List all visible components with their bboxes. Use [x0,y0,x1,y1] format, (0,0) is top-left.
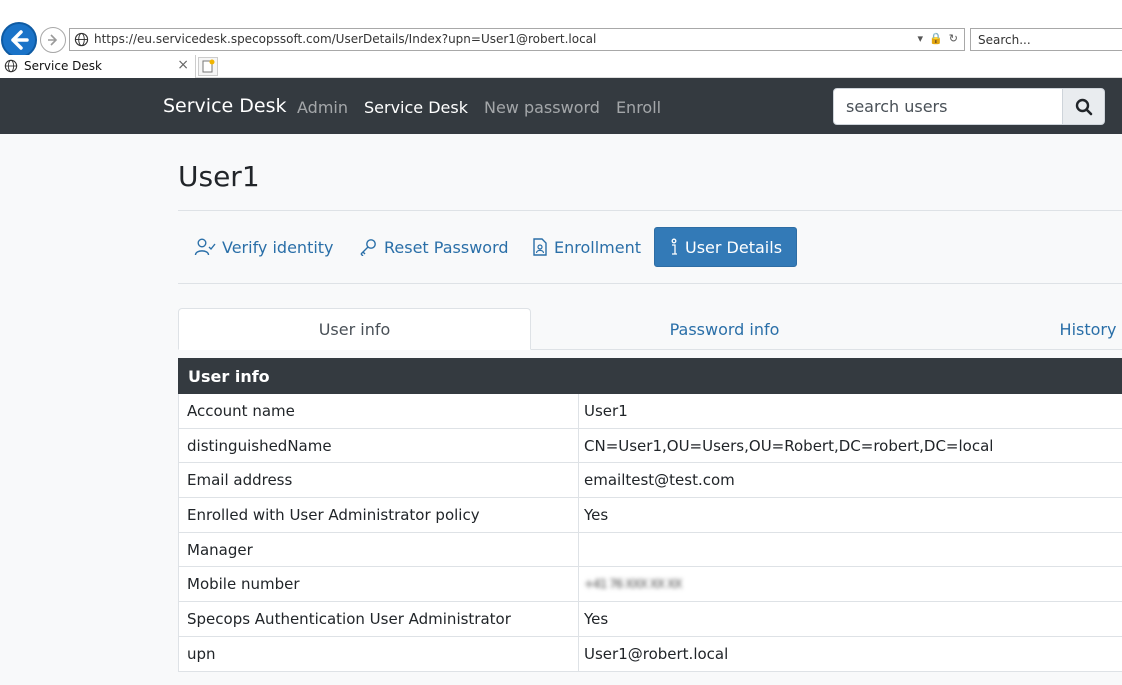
globe-icon [4,59,18,73]
new-tab-icon [202,59,215,73]
user-info-header: User info [178,358,1122,394]
search-users-input[interactable] [833,88,1063,125]
table-row: Account name User1 [178,394,1122,429]
table-value [579,533,1122,567]
table-row: Mobile number +41 76 XXX XX XX [178,567,1122,603]
table-row: Enrolled with User Administrator policy … [178,498,1122,533]
user-info-table: User info Account name User1 distinguish… [178,358,1122,672]
nav-link-admin[interactable]: Admin [297,98,348,117]
divider [178,283,1122,284]
table-key: distinguishedName [179,428,579,463]
table-value: Yes [584,505,609,524]
forward-button[interactable] [40,27,66,53]
tab-history[interactable]: History [1048,308,1122,350]
globe-icon [74,32,89,47]
tab-user-info[interactable]: User info [178,308,531,350]
dropdown-icon[interactable]: ▾ [918,32,924,45]
arrow-right-icon [48,34,58,46]
table-row: upn User1@robert.local [178,636,1122,672]
verify-identity-button[interactable]: Verify identity [180,227,348,267]
tab-user-info-label: User info [318,319,391,339]
address-bar[interactable]: https://eu.servicedesk.specopssoft.com/U… [69,28,965,51]
tab-password-info[interactable]: Password info [540,308,909,350]
table-key: Email address [179,463,579,498]
arrow-left-icon [11,30,29,50]
nav-link-service-desk[interactable]: Service Desk [364,98,468,117]
table-value: CN=User1,OU=Users,OU=Robert,DC=robert,DC… [584,436,994,455]
close-icon[interactable]: × [177,57,189,73]
enrollment-button[interactable]: Enrollment [518,227,655,267]
tab-password-info-label: Password info [669,319,780,339]
refresh-icon[interactable]: ↻ [949,32,958,45]
lock-icon[interactable]: 🔒 [929,32,943,45]
info-icon [671,238,677,255]
table-key: upn [179,636,579,671]
browser-search-box[interactable]: Search... [970,28,1122,51]
user-check-icon [194,238,216,256]
url-text: https://eu.servicedesk.specopssoft.com/U… [94,32,597,46]
user-details-label: User Details [685,237,783,257]
reset-password-button[interactable]: Reset Password [344,227,523,267]
table-value: emailtest@test.com [584,471,735,490]
table-key: Specops Authentication User Administrato… [179,602,579,636]
back-button[interactable] [1,22,37,58]
browser-tab-strip: Service Desk × [0,55,1122,78]
tab-history-label: History [1059,319,1117,339]
browser-tab-title: Service Desk [24,59,102,73]
browser-tab[interactable]: Service Desk × [0,55,196,78]
table-row: distinguishedName CN=User1,OU=Users,OU=R… [178,428,1122,464]
reset-password-label: Reset Password [384,237,509,257]
nav-link-enroll[interactable]: Enroll [616,98,661,117]
navbar: Service Desk Admin Service Desk New pass… [0,78,1122,134]
user-details-button[interactable]: User Details [654,227,798,267]
page-title: User1 [178,160,260,193]
divider [178,210,1122,211]
table-key: Mobile number [179,567,579,602]
table-value: User1 [584,401,628,420]
enrollment-label: Enrollment [554,237,641,257]
table-key: Enrolled with User Administrator policy [179,498,579,532]
table-key: Manager [179,532,579,567]
brand[interactable]: Service Desk [163,95,286,117]
document-user-icon [533,238,547,256]
mobile-number-value-redacted: +41 76 XXX XX XX [584,577,682,592]
search-button[interactable] [1062,88,1105,125]
table-row: Specops Authentication User Administrato… [178,602,1122,637]
table-row: Email address emailtest@test.com [178,463,1122,499]
verify-identity-label: Verify identity [222,237,334,257]
tab-bar: User info Password info History [178,308,1122,350]
table-value: User1@robert.local [584,644,729,663]
nav-links: Admin Service Desk New password Enroll [297,98,677,117]
search-icon [1075,98,1092,115]
new-tab-button[interactable] [198,57,218,76]
nav-link-new-password[interactable]: New password [484,98,600,117]
key-icon [360,239,376,256]
table-value: Yes [584,609,609,628]
browser-search-placeholder: Search... [978,33,1031,47]
table-key: Account name [179,394,579,428]
table-row: Manager [178,532,1122,568]
